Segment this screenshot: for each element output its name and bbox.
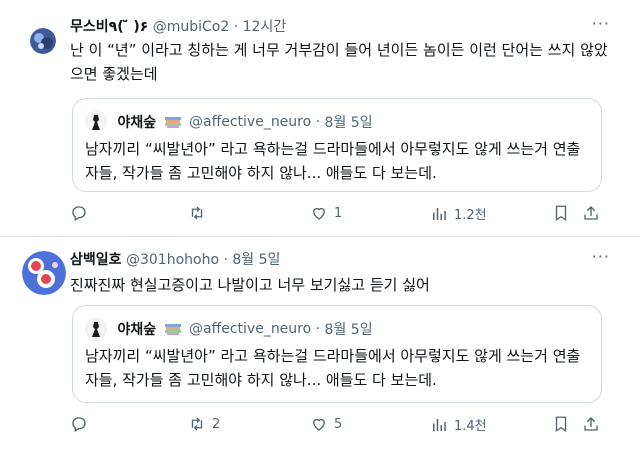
like-count: 5 [334,416,343,432]
avatar[interactable] [30,28,56,54]
tweet-actions: 2 5 1.4천 [70,415,610,437]
view-count: 1.2천 [454,208,487,223]
reply-button[interactable] [70,415,94,433]
quoted-handle[interactable]: @affective_neuro [189,321,311,337]
reply-icon [72,417,86,432]
bookmark-icon [555,205,567,222]
views-button[interactable]: 1.2천 [430,204,487,223]
separator-dot: · [223,252,228,268]
separator-dot: · [315,321,321,337]
bookmark-button[interactable] [552,415,570,433]
views-button[interactable]: 1.4천 [430,415,487,434]
tweet-text: 진짜진짜 현실고증이고 나발이고 너무 보기싫고 듣기 싫어 [70,276,430,294]
quoted-avatar[interactable] [85,318,107,340]
views-icon [433,207,446,220]
quoted-display-name[interactable]: 야채숲 [117,322,156,338]
quoted-tweet[interactable]: 야채숲 @affective_neuro · 8월 5일 남자끼리 “씨발년아”… [72,98,602,192]
share-icon [584,206,598,220]
quoted-tweet[interactable]: 야채숲 @affective_neuro · 8월 5일 남자끼리 “씨발년아”… [72,305,602,403]
retweet-icon [191,206,203,220]
user-handle[interactable]: @301hohoho [126,252,219,268]
reply-icon [72,206,86,221]
quoted-tweet-text: 남자끼리 “씨발년아” 라고 욕하는걸 드라마들에서 아무렇지도 않게 쓰는거 … [85,347,581,389]
like-button[interactable]: 1 [310,204,342,222]
heart-icon [313,207,325,220]
quoted-avatar[interactable] [85,111,107,133]
tweet[interactable]: 삼백일호 @301hohoho · 8월 5일 ··· 진짜진짜 현실고증이고 … [0,236,640,471]
user-handle[interactable]: @mubiCo2 [153,19,230,35]
quoted-tweet-header: 야채숲 @affective_neuro · 8월 5일 [85,111,373,133]
display-name[interactable]: 무스비٩( ̆̈ )۶ [70,19,148,35]
quoted-timestamp[interactable]: 8월 5일 [325,115,373,131]
quoted-tweet-text: 남자끼리 “씨발년아” 라고 욕하는걸 드라마들에서 아무렇지도 않게 쓰는거 … [85,140,581,182]
bookmark-button[interactable] [552,204,570,222]
quoted-timestamp[interactable]: 8월 5일 [325,322,373,338]
reply-button[interactable] [70,204,94,222]
more-options-icon[interactable]: ··· [592,247,610,266]
avatar[interactable] [22,251,66,295]
quoted-tweet-header: 야채숲 @affective_neuro · 8월 5일 [85,318,373,340]
books-icon [164,322,181,336]
like-count: 1 [334,205,343,221]
bookmark-icon [555,416,567,433]
share-icon [584,417,598,431]
tweet-header: 삼백일호 @301hohoho · 8월 5일 [70,249,280,269]
books-icon [164,115,181,129]
retweet-button[interactable]: 2 [188,415,220,433]
view-count: 1.4천 [454,419,487,434]
retweet-icon [191,417,203,431]
like-button[interactable]: 5 [310,415,342,433]
views-icon [433,418,446,431]
quoted-display-name[interactable]: 야채숲 [117,115,156,131]
retweet-button[interactable] [188,204,212,222]
quoted-handle[interactable]: @affective_neuro [189,114,311,130]
share-button[interactable] [582,204,600,222]
retweet-count: 2 [212,416,221,432]
tweet[interactable]: 무스비٩( ̆̈ )۶ @mubiCo2 · 12시간 ··· 난 이 “년” … [0,0,640,236]
tweet-text: 난 이 “년” 이라고 칭하는 게 너무 거부감이 들어 년이든 놈이든 이런 … [70,41,608,83]
tweet-actions: 1 1.2천 [70,204,610,226]
timestamp[interactable]: 12시간 [243,19,287,35]
separator-dot: · [315,114,321,130]
tweet-header: 무스비٩( ̆̈ )۶ @mubiCo2 · 12시간 [70,16,286,36]
timestamp[interactable]: 8월 5일 [232,252,280,268]
heart-icon [313,418,325,431]
display-name[interactable]: 삼백일호 [70,252,122,268]
separator-dot: · [233,19,239,35]
more-options-icon[interactable]: ··· [592,14,610,33]
share-button[interactable] [582,415,600,433]
